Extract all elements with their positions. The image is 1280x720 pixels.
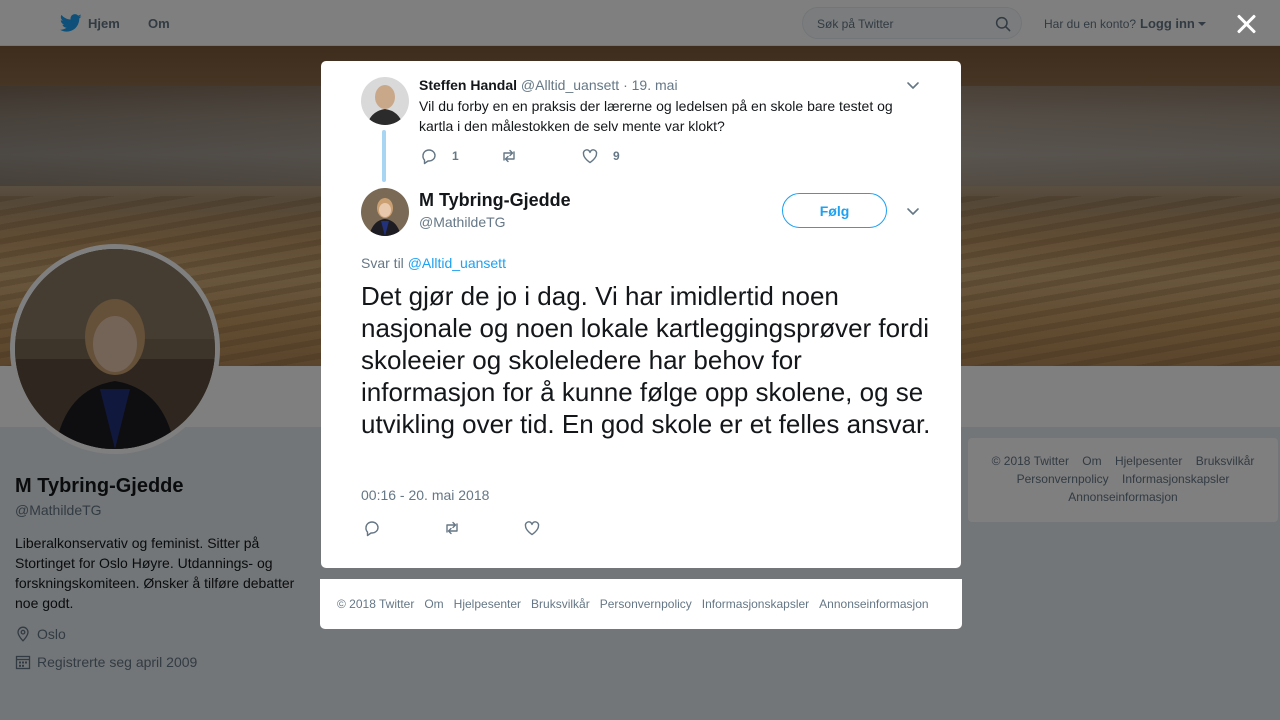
parent-tweet-name[interactable]: Steffen Handal	[419, 77, 517, 93]
heart-icon	[524, 521, 540, 536]
modal-footer-link-cookies[interactable]: Informasjonskapsler	[702, 597, 809, 611]
reply-icon	[422, 149, 436, 165]
reply-prefix: Svar til	[361, 255, 404, 271]
tweet-chevron-down-icon[interactable]	[906, 204, 920, 218]
parent-tweet-chevron-down-icon[interactable]	[906, 78, 920, 92]
like-action[interactable]	[523, 519, 555, 537]
heart-icon	[582, 149, 598, 164]
parent-tweet-header: Steffen Handal @Alltid_uansett · 19. mai	[419, 77, 678, 93]
author-avatar-photo	[361, 188, 409, 236]
parent-reply-count: 1	[452, 149, 459, 163]
modal-footer-link-privacy[interactable]: Personvernpolicy	[600, 597, 692, 611]
thread-connector	[382, 130, 386, 182]
parent-tweet-handle[interactable]: @Alltid_uansett	[521, 77, 619, 93]
modal-footer-link-terms[interactable]: Bruksvilkår	[531, 597, 590, 611]
parent-tweet-avatar[interactable]	[361, 77, 409, 125]
retweet-icon	[446, 521, 458, 535]
parent-tweet-separator: ·	[623, 77, 628, 93]
parent-like-action[interactable]: 9	[581, 147, 620, 165]
parent-avatar-photo	[361, 77, 409, 125]
modal-footer-link-ads[interactable]: Annonseinformasjon	[819, 597, 928, 611]
modal-footer-link-help[interactable]: Hjelpesenter	[454, 597, 521, 611]
tweet-timestamp[interactable]: 00:16 - 20. mai 2018	[361, 487, 489, 503]
modal-footer: © 2018 Twitter Om Hjelpesenter Bruksvilk…	[320, 579, 962, 629]
tweet-text: Det gjør de jo i dag. Vi har imidlertid …	[361, 281, 931, 439]
parent-like-count: 9	[613, 149, 620, 163]
modal-footer-link-about[interactable]: Om	[424, 597, 443, 611]
parent-tweet-date[interactable]: 19. mai	[632, 77, 678, 93]
close-icon[interactable]	[1232, 10, 1260, 38]
tweet-author-name[interactable]: M Tybring-Gjedde	[419, 190, 571, 211]
modal-footer-copyright: © 2018 Twitter	[337, 597, 415, 611]
reply-icon	[365, 521, 379, 537]
reply-mention-link[interactable]: @Alltid_uansett	[408, 255, 506, 271]
parent-retweet-action[interactable]	[500, 147, 532, 165]
retweet-action[interactable]	[443, 519, 475, 537]
reply-context: Svar til @Alltid_uansett	[361, 255, 506, 271]
tweet-author-handle[interactable]: @MathildeTG	[419, 214, 506, 230]
parent-tweet-text: Vil du forby en en praksis der lærerne o…	[419, 98, 893, 134]
retweet-icon	[503, 149, 515, 163]
reply-action[interactable]	[363, 519, 395, 537]
tweet-author-avatar[interactable]	[361, 188, 409, 236]
parent-reply-action[interactable]: 1	[420, 147, 459, 165]
follow-button[interactable]: Følg	[782, 193, 887, 228]
tweet-modal: Steffen Handal @Alltid_uansett · 19. mai…	[321, 61, 961, 568]
